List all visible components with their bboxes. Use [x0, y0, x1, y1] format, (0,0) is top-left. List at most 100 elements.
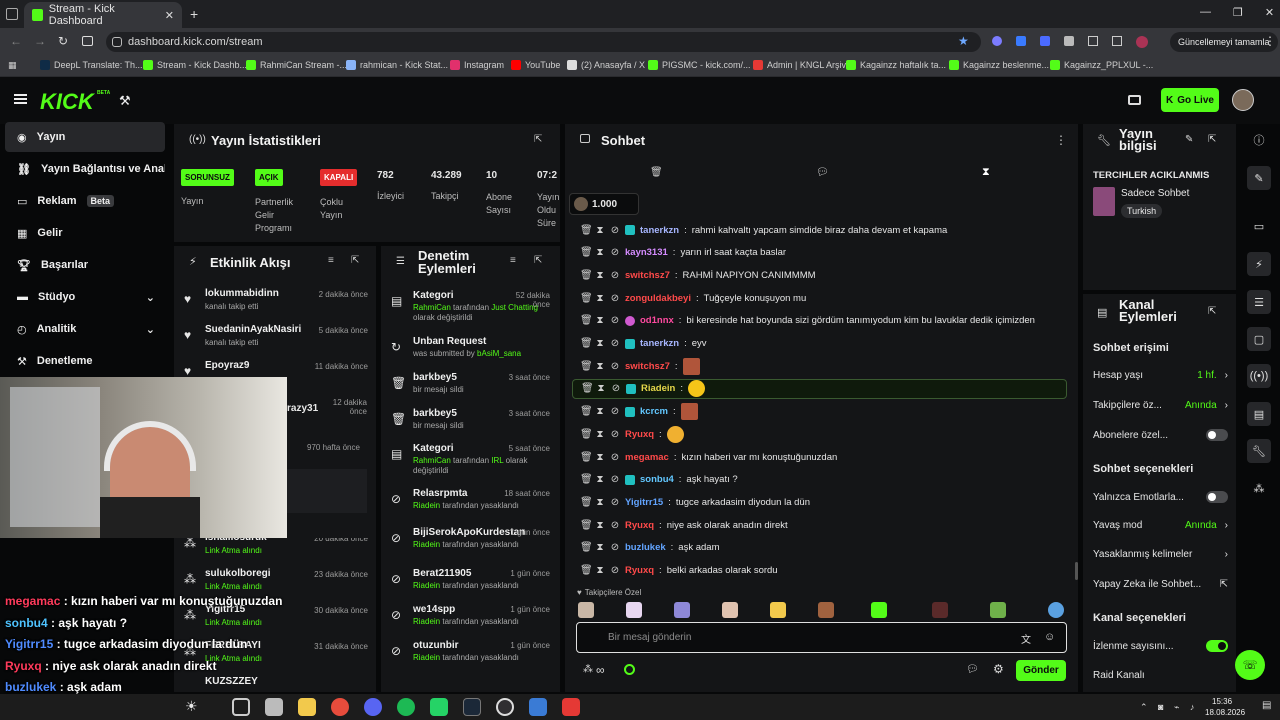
ban-icon[interactable]: ⊘: [610, 361, 620, 372]
edit-icon[interactable]: ✎: [1247, 166, 1271, 190]
minimize-icon[interactable]: —: [1200, 6, 1211, 19]
ban-icon[interactable]: ⊘: [610, 474, 620, 485]
list-icon[interactable]: ☰: [1247, 290, 1271, 314]
emote-button[interactable]: [674, 602, 690, 618]
emote-button[interactable]: [722, 602, 738, 618]
stats-icon[interactable]: ((•)): [1247, 364, 1271, 388]
bookmark-item[interactable]: (2) Anasayfa / X: [567, 60, 645, 70]
whatsapp-icon[interactable]: [430, 698, 448, 716]
timeout-icon[interactable]: ⧗: [595, 542, 605, 553]
tab-close-icon[interactable]: ✕: [165, 9, 174, 22]
reload-icon[interactable]: ↻: [58, 34, 68, 48]
chat-username[interactable]: tanerkzn: [640, 225, 679, 236]
bookmark-item[interactable]: DeepL Translate: Th...: [40, 60, 143, 70]
send-button[interactable]: Gönder: [1016, 660, 1066, 681]
delete-message-icon[interactable]: 🗑︎: [580, 452, 593, 463]
chat-username[interactable]: kayn3131: [625, 247, 668, 258]
chat-input[interactable]: Bir mesaj gönderin 文 ☺: [576, 622, 1067, 653]
account-age-row[interactable]: Hesap yaşı 1 hf. ›: [1093, 370, 1228, 381]
bookmark-item[interactable]: Instagram: [450, 60, 504, 70]
shield-icon[interactable]: [1064, 36, 1074, 46]
hamburger-menu-icon[interactable]: [14, 94, 27, 104]
timeout-icon[interactable]: ⧗: [595, 497, 605, 508]
timeout-icon[interactable]: ⧗: [595, 293, 605, 304]
browser-tab[interactable]: Stream - Kick Dashboard ✕: [24, 2, 182, 28]
delete-message-icon[interactable]: 🗑︎: [580, 225, 593, 236]
popout-icon[interactable]: ⇱: [1208, 134, 1216, 145]
ban-icon[interactable]: ⊘: [610, 452, 620, 463]
maximize-icon[interactable]: ❐: [1233, 6, 1243, 19]
ban-icon[interactable]: ⊘: [611, 383, 621, 394]
slow-mode-row[interactable]: Yavaş mod Anında ›: [1093, 520, 1228, 531]
timeout-icon[interactable]: ⧗: [595, 520, 605, 531]
activity-row-name[interactable]: SuedaninAyakNasiri: [205, 324, 301, 335]
sidebar-item-stream-key[interactable]: ⛓ Yayın Bağlantısı ve Anahtarı: [5, 154, 165, 184]
chat-settings-icon[interactable]: ⚙: [993, 662, 1004, 676]
extension-icon[interactable]: [1016, 36, 1026, 46]
sidebar-item-denetleme[interactable]: ⚒ Denetleme: [5, 346, 165, 376]
sidebar-item-gelir[interactable]: ▦ Gelir: [5, 218, 165, 248]
info-icon[interactable]: ⓘ: [1247, 128, 1271, 152]
add-widget-icon[interactable]: ⁂: [1247, 476, 1271, 500]
delete-message-icon[interactable]: 🗑︎: [580, 429, 593, 440]
timeout-icon[interactable]: ⧗: [595, 565, 605, 576]
ban-icon[interactable]: ⊘: [610, 520, 620, 531]
bolt-icon[interactable]: ⚡︎: [1247, 252, 1271, 276]
hammer-icon[interactable]: ⚒: [119, 93, 131, 109]
pinned-gift[interactable]: 1.000: [569, 193, 639, 215]
chat-username[interactable]: Ryuxq: [625, 429, 654, 440]
hourglass-tab-icon[interactable]: ⧗: [982, 166, 990, 179]
extension-icon[interactable]: [1040, 36, 1050, 46]
spotify-icon[interactable]: [397, 698, 415, 716]
bookmark-star-icon[interactable]: ★: [958, 34, 969, 48]
subs-only-toggle[interactable]: [1206, 429, 1228, 441]
trash-tab-icon[interactable]: 🗑︎: [650, 167, 663, 178]
chat-username[interactable]: kcrcm: [640, 406, 668, 417]
close-window-icon[interactable]: ✕: [1265, 6, 1274, 19]
user-avatar[interactable]: [1232, 89, 1254, 111]
ban-icon[interactable]: ⊘: [610, 247, 620, 258]
emoji-icon[interactable]: ☺: [1044, 631, 1055, 643]
kick-logo[interactable]: KICK: [40, 89, 94, 115]
ban-icon[interactable]: ⊘: [610, 338, 620, 349]
ban-icon[interactable]: ⊘: [610, 429, 620, 440]
emote-button[interactable]: [932, 602, 948, 618]
bookmark-item[interactable]: RahmiCan Stream -...: [246, 60, 347, 70]
delete-message-icon[interactable]: 🗑︎: [580, 293, 593, 304]
delete-message-icon[interactable]: 🗑︎: [580, 565, 593, 576]
timeout-icon[interactable]: ⧗: [595, 406, 605, 417]
timeout-icon[interactable]: ⧗: [595, 338, 605, 349]
activity-row-name[interactable]: KUZSZZEY: [205, 676, 258, 687]
emote-button[interactable]: [578, 602, 594, 618]
chat-users-icon[interactable]: ⁂: [583, 664, 593, 675]
chat-username[interactable]: Riadein: [641, 383, 675, 394]
delete-message-icon[interactable]: 🗑︎: [580, 315, 593, 326]
ban-icon[interactable]: ⊘: [610, 315, 620, 326]
emote-button[interactable]: [990, 602, 1006, 618]
chat-username[interactable]: switchsz7: [625, 270, 670, 281]
update-button[interactable]: Güncellemeyi tamamla: [1170, 32, 1278, 52]
chat-username[interactable]: buzlukek: [625, 542, 666, 553]
puzzle-icon[interactable]: [1088, 36, 1098, 46]
camera-icon[interactable]: ▭: [1247, 214, 1271, 238]
popout-icon[interactable]: ⇱: [351, 255, 359, 266]
weather-widget[interactable]: ☀: [185, 698, 198, 715]
ai-chat-row[interactable]: Yapay Zeka ile Sohbet... ⇱: [1093, 579, 1228, 590]
sidebar-item-basarilar[interactable]: 🏆︎ Başarılar: [5, 250, 165, 280]
apps-icon[interactable]: ▦: [8, 60, 17, 71]
site-info-icon[interactable]: [112, 37, 122, 47]
chat-username[interactable]: megamac: [625, 452, 669, 463]
chat-username[interactable]: zonguldakbeyi: [625, 293, 691, 304]
profile-avatar-icon[interactable]: [1136, 36, 1148, 48]
delete-message-icon[interactable]: 🗑︎: [580, 520, 593, 531]
recorder-icon[interactable]: [562, 698, 580, 716]
filter-icon[interactable]: ≡: [328, 255, 334, 266]
timeout-icon[interactable]: ⧗: [595, 474, 605, 485]
emote-button[interactable]: [818, 602, 834, 618]
steam-icon[interactable]: [463, 698, 481, 716]
timeout-icon[interactable]: ⧗: [595, 315, 605, 326]
support-chat-button[interactable]: ☏: [1235, 650, 1265, 680]
filter-icon[interactable]: ≡: [510, 255, 516, 266]
chat-username[interactable]: od1nnx: [640, 315, 674, 326]
bookmark-item[interactable]: Kagainzz haftalık ta...: [846, 60, 946, 70]
